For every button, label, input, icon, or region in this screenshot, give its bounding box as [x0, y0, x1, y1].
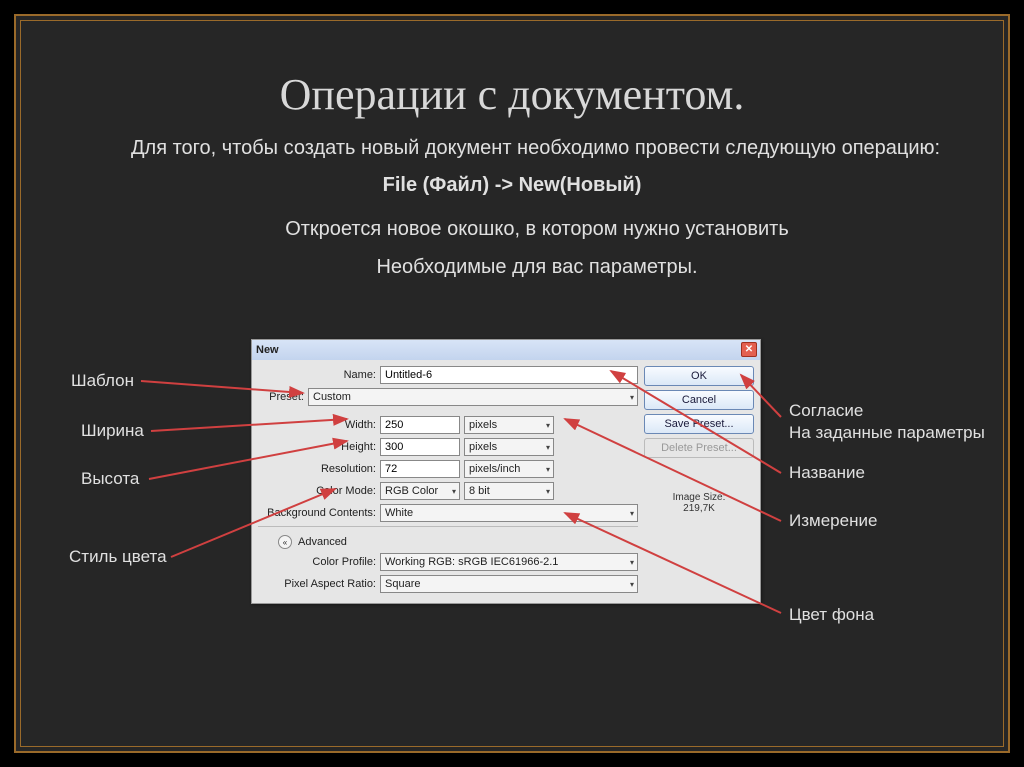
dialog-title-text: New [256, 344, 279, 356]
preset-label: Preset: [258, 391, 304, 403]
new-dialog: New ✕ Name: Preset: Custom Width: [251, 339, 761, 604]
advanced-toggle-icon[interactable]: « [278, 535, 292, 549]
save-preset-button[interactable]: Save Preset... [644, 414, 754, 434]
slide-desc-2: Необходимые для вас параметры. [131, 253, 943, 281]
callout-template: Шаблон [71, 371, 134, 391]
advanced-label: Advanced [298, 536, 347, 548]
callout-agree-1: Согласие [789, 401, 863, 421]
delete-preset-button: Delete Preset... [644, 438, 754, 458]
colorprofile-select[interactable]: Working RGB: sRGB IEC61966-2.1 [380, 553, 638, 571]
callout-width: Ширина [81, 421, 144, 441]
slide-inner-frame: Операции с документом. Для того, чтобы с… [20, 20, 1004, 747]
bgcontents-select[interactable]: White [380, 504, 638, 522]
name-field[interactable] [380, 366, 638, 384]
height-unit-select[interactable]: pixels [464, 438, 554, 456]
callout-measure: Измерение [789, 511, 877, 531]
ok-button[interactable]: OK [644, 366, 754, 386]
colormode-label: Color Mode: [258, 485, 376, 497]
resolution-unit-select[interactable]: pixels/inch [464, 460, 554, 478]
slide-intro: Для того, чтобы создать новый документ н… [131, 134, 943, 162]
slide-title: Операции с документом. [21, 69, 1003, 120]
name-label: Name: [258, 369, 376, 381]
par-label: Pixel Aspect Ratio: [258, 578, 376, 590]
callout-colorstyle: Стиль цвета [69, 547, 167, 567]
callout-name: Название [789, 463, 865, 483]
callout-agree-2: На заданные параметры [789, 423, 985, 443]
close-icon[interactable]: ✕ [741, 342, 757, 357]
par-select[interactable]: Square [380, 575, 638, 593]
resolution-field[interactable] [380, 460, 460, 478]
colorprofile-label: Color Profile: [258, 556, 376, 568]
height-label: Height: [258, 441, 376, 453]
preset-select[interactable]: Custom [308, 388, 638, 406]
colormode-depth-select[interactable]: 8 bit [464, 482, 554, 500]
width-unit-select[interactable]: pixels [464, 416, 554, 434]
resolution-label: Resolution: [258, 463, 376, 475]
divider [258, 526, 638, 527]
bgcontents-label: Background Contents: [258, 507, 376, 519]
slide-menu-path: File (Файл) -> New(Новый) [21, 174, 1003, 197]
height-field[interactable] [380, 438, 460, 456]
cancel-button[interactable]: Cancel [644, 390, 754, 410]
callout-bgcolor: Цвет фона [789, 605, 874, 625]
dialog-titlebar: New ✕ [252, 340, 760, 360]
slide-desc-1: Откроется новое окошко, в котором нужно … [131, 215, 943, 243]
callout-height: Высота [81, 469, 139, 489]
image-size-value: 219,7K [644, 503, 754, 514]
width-label: Width: [258, 419, 376, 431]
image-size-label: Image Size: [644, 492, 754, 503]
slide-outer-frame: Операции с документом. Для того, чтобы с… [14, 14, 1010, 753]
width-field[interactable] [380, 416, 460, 434]
colormode-select[interactable]: RGB Color [380, 482, 460, 500]
